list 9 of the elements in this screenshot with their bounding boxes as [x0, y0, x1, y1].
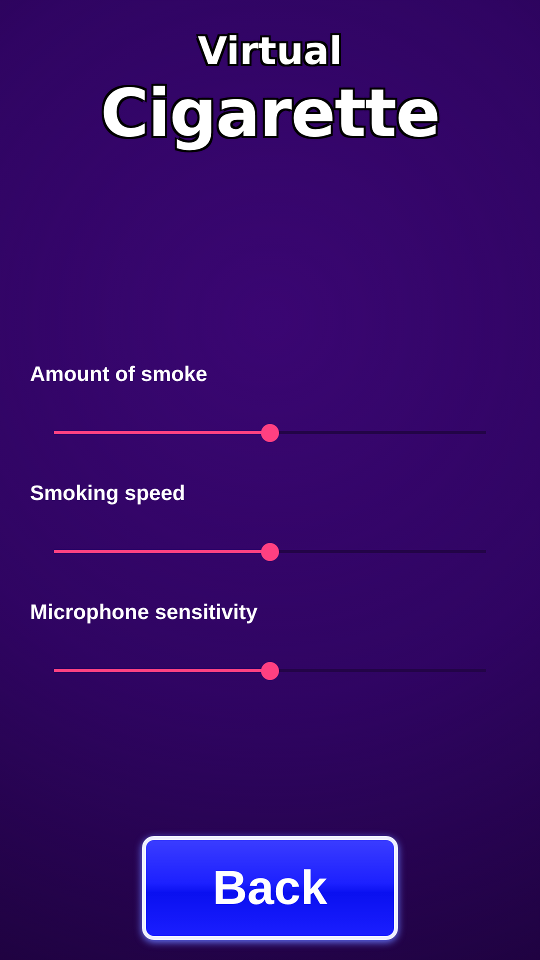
back-button[interactable]: Back [142, 836, 398, 940]
slider-thumb[interactable] [261, 543, 279, 561]
slider-thumb[interactable] [261, 662, 279, 680]
slider-thumb[interactable] [261, 424, 279, 442]
app-title: Cigarette [100, 74, 440, 154]
setting-label: Amount of smoke [30, 363, 208, 387]
app-title: Virtual [198, 28, 342, 74]
setting-label: Smoking speed [30, 482, 186, 506]
setting-label: Microphone sensitivity [30, 601, 259, 625]
